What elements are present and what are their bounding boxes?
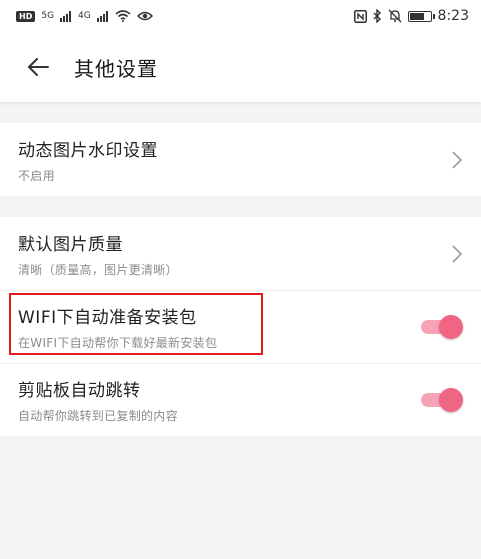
toggle-thumb	[439, 388, 463, 412]
battery-icon	[407, 10, 435, 22]
toggle-thumb	[439, 315, 463, 339]
setting-title: 动态图片水印设置	[18, 140, 158, 161]
setting-subtitle: 自动帮你跳转到已复制的内容	[18, 409, 178, 423]
setting-title: 剪贴板自动跳转	[18, 381, 141, 401]
back-button[interactable]	[10, 39, 66, 95]
status-bar-left: HD 5G 4G	[16, 10, 153, 22]
setting-title: 默认图片质量	[18, 234, 123, 255]
setting-subtitle: 不启用	[18, 168, 55, 183]
setting-row-clipboard-jump: 剪贴板自动跳转 自动帮你跳转到已复制的内容	[0, 363, 481, 436]
setting-row-wifi-download: WIFI下自动准备安装包 在WIFI下自动帮你下载好最新安装包	[0, 290, 481, 363]
wifi-icon	[115, 10, 131, 22]
status-time: 8:23	[437, 8, 469, 24]
eye-icon	[136, 11, 153, 21]
wifi-download-toggle[interactable]	[419, 314, 463, 340]
signal-icon	[96, 10, 108, 22]
settings-group-general: 默认图片质量 清晰（质量高，图片更清晰） WIFI下自动准备安装包 在WIFI下…	[0, 217, 481, 436]
clipboard-jump-toggle[interactable]	[419, 387, 463, 413]
setting-subtitle: 在WIFI下自动帮你下载好最新安装包	[18, 336, 218, 350]
settings-group-watermark: 动态图片水印设置 不启用	[0, 123, 481, 196]
setting-row-image-quality[interactable]: 默认图片质量 清晰（质量高，图片更清晰）	[0, 217, 481, 290]
setting-subtitle: 清晰（质量高，图片更清晰）	[18, 262, 178, 277]
setting-row-watermark[interactable]: 动态图片水印设置 不启用	[0, 123, 481, 196]
hd-icon: HD	[16, 10, 36, 22]
signal-icon	[60, 10, 72, 22]
chevron-right-icon	[452, 150, 463, 169]
nfc-icon	[353, 9, 367, 23]
status-bar-right: 8:23	[353, 8, 469, 24]
bluetooth-icon	[373, 9, 381, 23]
app-header: 其他设置	[0, 32, 481, 102]
back-arrow-icon	[28, 58, 49, 76]
setting-title: WIFI下自动准备安装包	[18, 308, 197, 328]
mute-icon	[388, 9, 402, 23]
network-5g-label: 5G	[41, 11, 55, 21]
chevron-right-icon	[452, 244, 463, 263]
status-bar: HD 5G 4G 8:23	[0, 0, 481, 32]
page-title: 其他设置	[74, 56, 158, 81]
network-4g-label: 4G	[78, 11, 91, 21]
